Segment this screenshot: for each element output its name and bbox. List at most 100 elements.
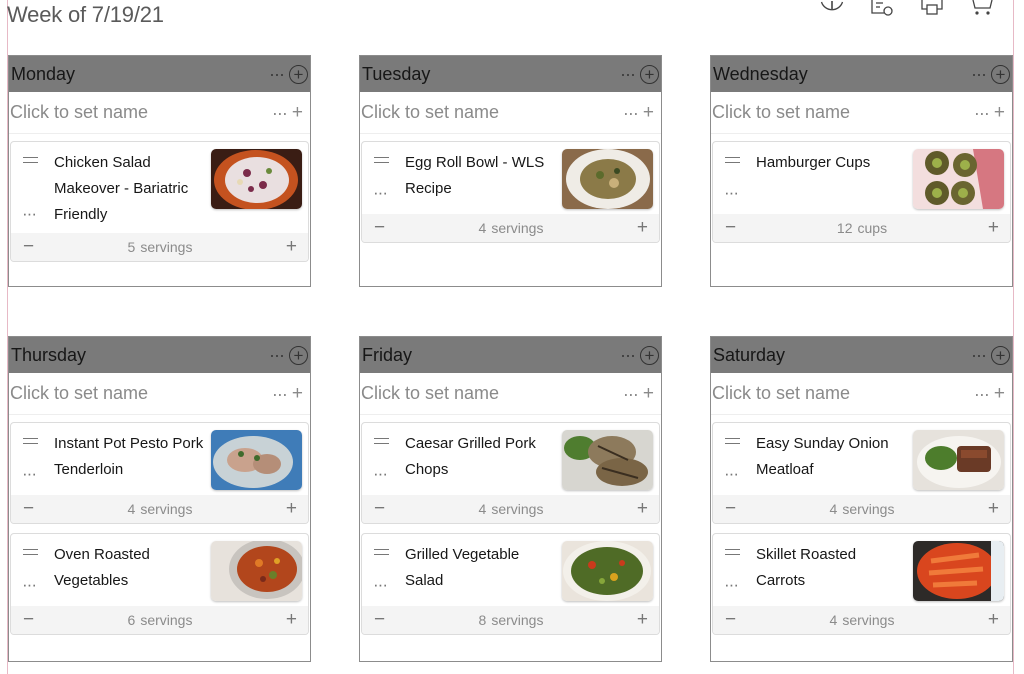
increase-servings-icon[interactable]: + — [286, 610, 297, 629]
recipe-list: ··· Egg Roll Bowl - WLS Recipe − 4 servi… — [360, 134, 661, 243]
meal-name-field[interactable]: Click to set name — [712, 383, 850, 404]
recipe-title[interactable]: Chicken Salad Makeover - Bariatric Frien… — [54, 150, 206, 228]
add-recipe-icon[interactable]: + — [643, 384, 654, 403]
add-recipe-icon[interactable]: + — [994, 103, 1005, 122]
drag-handle-icon[interactable] — [23, 157, 38, 163]
meal-name-field[interactable]: Click to set name — [712, 102, 850, 123]
decrease-servings-icon[interactable]: − — [374, 218, 385, 237]
increase-servings-icon[interactable]: + — [988, 499, 999, 518]
meal-more-icon[interactable]: ··· — [272, 104, 288, 122]
recipe-title[interactable]: Easy Sunday Onion Meatloaf — [756, 431, 908, 483]
recipe-card[interactable]: ··· Caesar Grilled Pork Chops − 4 servin… — [361, 422, 660, 524]
drag-handle-icon[interactable] — [23, 438, 38, 444]
list-icon[interactable] — [870, 0, 894, 16]
recipe-more-icon[interactable]: ··· — [373, 184, 388, 201]
vegetable-salad-photo[interactable] — [562, 541, 653, 601]
drag-handle-icon[interactable] — [725, 438, 740, 444]
roasted-vegetables-photo[interactable] — [211, 541, 302, 601]
meal-more-icon[interactable]: ··· — [623, 385, 639, 403]
drag-handle-icon[interactable] — [374, 438, 389, 444]
increase-servings-icon[interactable]: + — [286, 237, 297, 256]
recipe-title[interactable]: Caesar Grilled Pork Chops — [405, 431, 557, 483]
add-meal-icon[interactable]: + — [991, 345, 1010, 365]
add-meal-icon[interactable]: + — [640, 64, 659, 84]
recipe-more-icon[interactable]: ··· — [373, 465, 388, 482]
recipe-card[interactable]: ··· Grilled Vegetable Salad − 8 servings… — [361, 533, 660, 635]
recipe-card[interactable]: ··· Skillet Roasted Carrots − 4 servings… — [712, 533, 1011, 635]
recipe-card[interactable]: ··· Oven Roasted Vegetables − 6 servings… — [10, 533, 309, 635]
recipe-more-icon[interactable]: ··· — [22, 576, 37, 593]
recipe-card[interactable]: ··· Chicken Salad Makeover - Bariatric F… — [10, 141, 309, 262]
meal-name-field[interactable]: Click to set name — [361, 383, 499, 404]
decrease-servings-icon[interactable]: − — [725, 499, 736, 518]
decrease-servings-icon[interactable]: − — [374, 610, 385, 629]
recipe-title[interactable]: Instant Pot Pesto Pork Tenderloin — [54, 431, 206, 483]
drag-handle-icon[interactable] — [374, 549, 389, 555]
increase-servings-icon[interactable]: + — [637, 610, 648, 629]
hamburger-cups-photo[interactable] — [913, 149, 1004, 209]
meal-name-field[interactable]: Click to set name — [10, 383, 148, 404]
drag-handle-icon[interactable] — [23, 549, 38, 555]
recipe-more-icon[interactable]: ··· — [724, 465, 739, 482]
carrots-photo[interactable] — [913, 541, 1004, 601]
decrease-servings-icon[interactable]: − — [374, 499, 385, 518]
drag-handle-icon[interactable] — [725, 157, 740, 163]
decrease-servings-icon[interactable]: − — [23, 610, 34, 629]
meatloaf-photo[interactable] — [913, 430, 1004, 490]
day-more-icon[interactable]: ··· — [971, 346, 987, 364]
drag-handle-icon[interactable] — [374, 157, 389, 163]
meal-name-row: Click to set name ··· + — [9, 92, 310, 134]
day-more-icon[interactable]: ··· — [620, 65, 636, 83]
decrease-servings-icon[interactable]: − — [725, 610, 736, 629]
cart-icon[interactable] — [970, 0, 994, 16]
add-meal-icon[interactable]: + — [289, 345, 308, 365]
drag-handle-icon[interactable] — [725, 549, 740, 555]
recipe-card[interactable]: ··· Instant Pot Pesto Pork Tenderloin − … — [10, 422, 309, 524]
recipe-more-icon[interactable]: ··· — [22, 205, 37, 222]
recipe-more-icon[interactable]: ··· — [22, 465, 37, 482]
chicken-salad-photo[interactable] — [211, 149, 302, 209]
info-icon[interactable] — [820, 0, 844, 16]
pork-chops-photo[interactable] — [562, 430, 653, 490]
meal-more-icon[interactable]: ··· — [623, 104, 639, 122]
day-more-icon[interactable]: ··· — [620, 346, 636, 364]
recipe-card[interactable]: ··· Easy Sunday Onion Meatloaf − 4 servi… — [712, 422, 1011, 524]
recipe-more-icon[interactable]: ··· — [373, 576, 388, 593]
day-more-icon[interactable]: ··· — [269, 65, 285, 83]
increase-servings-icon[interactable]: + — [988, 218, 999, 237]
recipe-card[interactable]: ··· Hamburger Cups − 12 cups + — [712, 141, 1011, 243]
recipe-title[interactable]: Egg Roll Bowl - WLS Recipe — [405, 150, 557, 202]
meal-name-field[interactable]: Click to set name — [361, 102, 499, 123]
pesto-pork-photo[interactable] — [211, 430, 302, 490]
add-meal-icon[interactable]: + — [640, 345, 659, 365]
increase-servings-icon[interactable]: + — [286, 499, 297, 518]
recipe-card[interactable]: ··· Egg Roll Bowl - WLS Recipe − 4 servi… — [361, 141, 660, 243]
increase-servings-icon[interactable]: + — [637, 499, 648, 518]
servings-stepper: − 12 cups + — [713, 214, 1010, 242]
add-meal-icon[interactable]: + — [991, 64, 1010, 84]
meal-more-icon[interactable]: ··· — [974, 104, 990, 122]
decrease-servings-icon[interactable]: − — [23, 237, 34, 256]
add-recipe-icon[interactable]: + — [994, 384, 1005, 403]
add-recipe-icon[interactable]: + — [292, 384, 303, 403]
egg-roll-bowl-photo[interactable] — [562, 149, 653, 209]
recipe-more-icon[interactable]: ··· — [724, 576, 739, 593]
add-recipe-icon[interactable]: + — [292, 103, 303, 122]
meal-more-icon[interactable]: ··· — [974, 385, 990, 403]
recipe-title[interactable]: Grilled Vegetable Salad — [405, 542, 557, 594]
recipe-title[interactable]: Skillet Roasted Carrots — [756, 542, 908, 594]
add-recipe-icon[interactable]: + — [643, 103, 654, 122]
day-more-icon[interactable]: ··· — [971, 65, 987, 83]
increase-servings-icon[interactable]: + — [637, 218, 648, 237]
recipe-title[interactable]: Hamburger Cups — [756, 150, 908, 176]
meal-name-field[interactable]: Click to set name — [10, 102, 148, 123]
meal-more-icon[interactable]: ··· — [272, 385, 288, 403]
recipe-more-icon[interactable]: ··· — [724, 184, 739, 201]
add-meal-icon[interactable]: + — [289, 64, 308, 84]
recipe-title[interactable]: Oven Roasted Vegetables — [54, 542, 206, 594]
decrease-servings-icon[interactable]: − — [725, 218, 736, 237]
decrease-servings-icon[interactable]: − — [23, 499, 34, 518]
day-more-icon[interactable]: ··· — [269, 346, 285, 364]
increase-servings-icon[interactable]: + — [988, 610, 999, 629]
print-icon[interactable] — [920, 0, 944, 16]
